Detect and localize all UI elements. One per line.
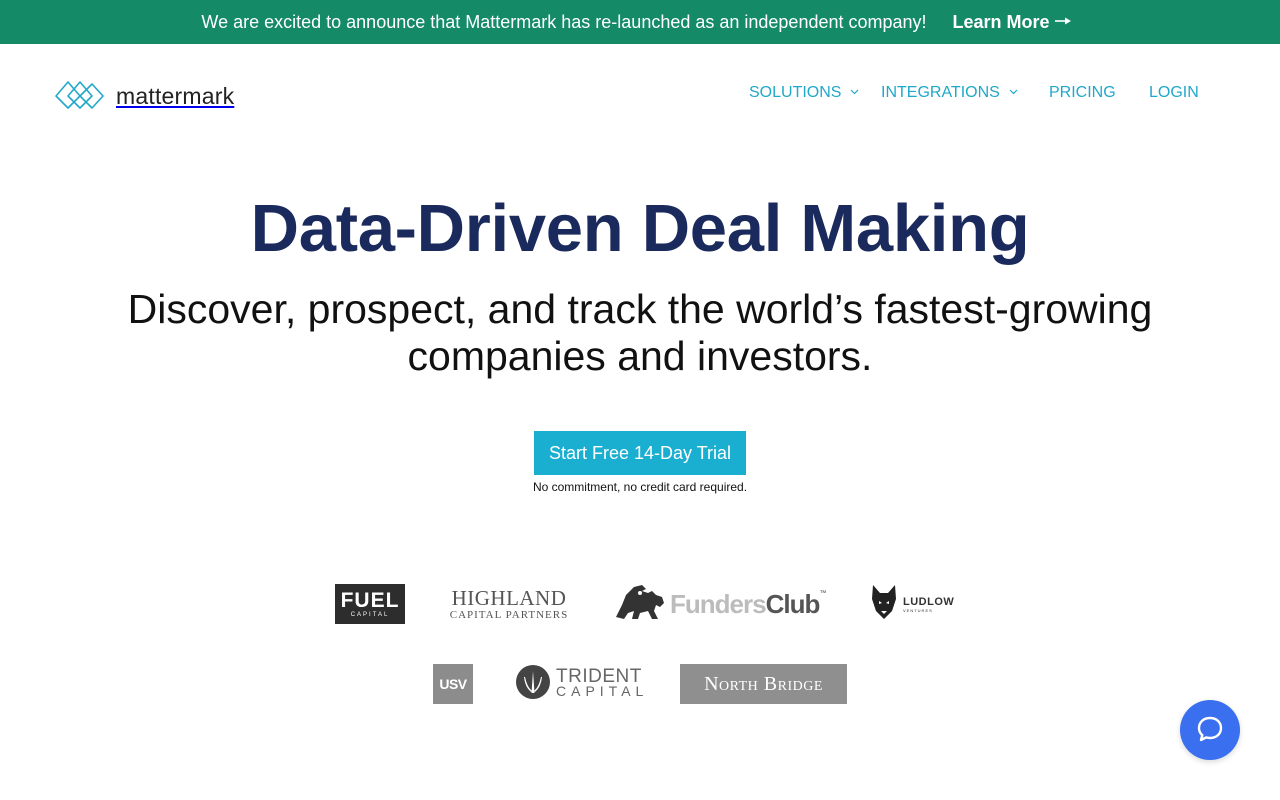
trident-logo-subtext: CAPITAL: [556, 683, 649, 699]
lion-icon: [612, 583, 666, 626]
highland-capital-logo: HIGHLAND CAPITAL PARTNERS: [448, 586, 570, 622]
announcement-banner: We are excited to announce that Matterma…: [0, 0, 1280, 44]
wolf-icon: [870, 583, 898, 626]
trident-icon: [516, 664, 550, 704]
club-text: Club: [765, 588, 821, 619]
usv-logo: USV: [433, 664, 473, 704]
help-chat-button[interactable]: [1180, 700, 1240, 760]
learn-more-link[interactable]: Learn More: [953, 12, 1072, 33]
chat-bubble-icon: [1196, 715, 1224, 746]
ludlow-logo-text: LUDLOW: [903, 595, 955, 608]
trident-wordmark: TRIDENT CAPITAL: [556, 666, 649, 699]
trident-capital-logo: TRIDENT CAPITAL: [516, 664, 643, 704]
nav-solutions[interactable]: SOLUTIONS: [749, 84, 859, 102]
trident-logo-text: TRIDENT: [556, 666, 642, 687]
hero-subtitle-line-2: companies and investors.: [407, 333, 873, 379]
trademark-mark: ™: [819, 590, 827, 597]
nav-login[interactable]: LOGIN: [1149, 84, 1199, 102]
fuel-logo-subtext: CAPITAL: [350, 612, 390, 618]
main-nav: SOLUTIONS INTEGRATIONS PRICING LOGIN: [0, 84, 1280, 106]
funders-text: Funders: [670, 588, 767, 619]
hero-title: Data-Driven Deal Making: [250, 191, 1030, 266]
ludlow-ventures-logo: LUDLOW VENTURES: [870, 583, 954, 626]
chevron-down-icon: [850, 86, 859, 98]
ludlow-wordmark: LUDLOW VENTURES: [903, 596, 954, 613]
nav-integrations[interactable]: INTEGRATIONS: [881, 84, 1018, 102]
nav-integrations-label: INTEGRATIONS: [881, 84, 1000, 101]
nav-pricing[interactable]: PRICING: [1049, 84, 1116, 102]
ludlow-logo-subtext: VENTURES: [903, 607, 933, 613]
cta-note: No commitment, no credit card required.: [532, 480, 748, 494]
highland-logo-subtext: CAPITAL PARTNERS: [449, 609, 569, 621]
funders-club-logo: FundersClub ™: [612, 583, 827, 626]
learn-more-label: Learn More: [952, 11, 1050, 32]
arrow-right-icon: [1054, 13, 1072, 31]
funders-club-wordmark: FundersClub: [670, 588, 821, 620]
announcement-text: We are excited to announce that Matterma…: [201, 11, 927, 32]
chevron-down-icon: [1009, 86, 1018, 98]
fuel-logo-text: FUEL: [340, 589, 400, 612]
highland-logo-text: HIGHLAND: [451, 586, 567, 610]
north-bridge-logo: North Bridge: [680, 664, 847, 704]
start-trial-button[interactable]: Start Free 14-Day Trial: [534, 431, 746, 475]
fuel-capital-logo: FUEL CAPITAL: [335, 584, 405, 624]
hero-subtitle-line-1: Discover, prospect, and track the world’…: [127, 286, 1153, 332]
nav-solutions-label: SOLUTIONS: [749, 84, 842, 101]
hero-subtitle: Discover, prospect, and track the world’…: [0, 286, 1280, 380]
